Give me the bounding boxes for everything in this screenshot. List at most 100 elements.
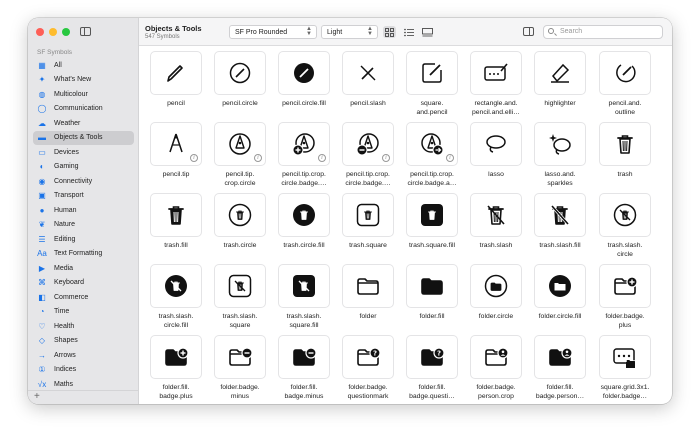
sidebar-item-objects-tools[interactable]: ▬ Objects & Tools: [33, 130, 134, 145]
sidebar-item-all[interactable]: ▦ All: [33, 58, 134, 73]
symbol-tile[interactable]: [534, 264, 586, 308]
symbol-cell[interactable]: folder: [341, 264, 395, 322]
symbol-cell[interactable]: lasso.and. sparkles: [533, 122, 587, 188]
info-icon[interactable]: i: [318, 154, 326, 162]
symbol-cell[interactable]: ? folder.badge. questionmark: [341, 335, 395, 401]
symbol-tile[interactable]: [214, 335, 266, 379]
symbol-tile[interactable]: i: [150, 122, 202, 166]
symbol-tile[interactable]: [406, 264, 458, 308]
symbol-tile[interactable]: i: [278, 122, 330, 166]
sidebar-item-media[interactable]: ▶ Media: [33, 261, 134, 276]
sidebar-item-what-s-new[interactable]: ✦ What's New: [33, 73, 134, 88]
symbol-cell[interactable]: trash.slash. circle.fill: [149, 264, 203, 330]
add-collection-button[interactable]: +: [34, 391, 40, 402]
symbol-tile[interactable]: [599, 122, 651, 166]
font-select[interactable]: SF Pro Rounded ▲ ▼: [229, 25, 317, 39]
symbol-tile[interactable]: [470, 51, 522, 95]
symbol-tile[interactable]: ?: [406, 335, 458, 379]
sidebar-toggle-icon[interactable]: [80, 27, 91, 36]
symbol-tile[interactable]: [406, 51, 458, 95]
sidebar-item-multicolour[interactable]: ◍ Multicolour: [33, 87, 134, 102]
zoom-window-button[interactable]: [62, 28, 70, 36]
search-input[interactable]: Search: [543, 25, 663, 39]
symbol-cell[interactable]: folder.fill. badge.person…: [533, 335, 587, 401]
symbol-tile[interactable]: [406, 193, 458, 237]
symbol-tile[interactable]: [214, 193, 266, 237]
symbol-cell[interactable]: pencil.circle: [213, 51, 267, 109]
symbol-cell[interactable]: trash.fill: [149, 193, 203, 251]
symbol-cell[interactable]: pencil.and. outline: [598, 51, 652, 117]
symbol-tile[interactable]: [150, 335, 202, 379]
sidebar-item-transport[interactable]: ▣ Transport: [33, 189, 134, 204]
symbol-tile[interactable]: [278, 193, 330, 237]
symbol-cell[interactable]: folder.fill. badge.minus: [277, 335, 331, 401]
symbol-tile[interactable]: [342, 193, 394, 237]
symbol-tile[interactable]: [534, 122, 586, 166]
sidebar-item-commerce[interactable]: ◧ Commerce: [33, 290, 134, 305]
symbol-cell[interactable]: square.grid.3x1. folder.badge…: [598, 335, 652, 401]
symbol-tile[interactable]: [214, 51, 266, 95]
symbol-cell[interactable]: folder.circle.fill: [533, 264, 587, 322]
symbol-tile[interactable]: [150, 264, 202, 308]
info-icon[interactable]: i: [254, 154, 262, 162]
symbol-cell[interactable]: trash.slash.fill: [533, 193, 587, 251]
inspector-toggle-icon[interactable]: [523, 27, 534, 36]
symbol-tile[interactable]: [150, 193, 202, 237]
symbol-tile[interactable]: [599, 51, 651, 95]
symbol-tile[interactable]: [599, 335, 651, 379]
symbol-tile[interactable]: [599, 264, 651, 308]
minimize-window-button[interactable]: [49, 28, 57, 36]
symbol-tile[interactable]: [599, 193, 651, 237]
sidebar-item-devices[interactable]: ▭ Devices: [33, 145, 134, 160]
symbol-tile[interactable]: [278, 335, 330, 379]
sidebar-item-weather[interactable]: ☁ Weather: [33, 116, 134, 131]
symbol-cell[interactable]: trash.square: [341, 193, 395, 251]
sidebar-item-editing[interactable]: ☰ Editing: [33, 232, 134, 247]
symbol-cell[interactable]: square. and.pencil: [405, 51, 459, 117]
sidebar-item-indices[interactable]: ① Indices: [33, 363, 134, 378]
symbol-tile[interactable]: [470, 122, 522, 166]
symbol-cell[interactable]: trash: [598, 122, 652, 180]
symbol-cell[interactable]: folder.fill. badge.plus: [149, 335, 203, 401]
list-view-button[interactable]: [402, 26, 415, 38]
symbol-cell[interactable]: pencil.slash: [341, 51, 395, 109]
info-icon[interactable]: i: [190, 154, 198, 162]
symbol-cell[interactable]: folder.fill: [405, 264, 459, 322]
symbol-cell[interactable]: rectangle.and. pencil.and.elli…: [469, 51, 523, 117]
symbol-cell[interactable]: i pencil.tip.crop. circle.badge.a…: [405, 122, 459, 188]
symbol-tile[interactable]: [470, 264, 522, 308]
symbol-cell[interactable]: pencil: [149, 51, 203, 109]
sidebar-item-gaming[interactable]: ◐ Gaming: [33, 160, 134, 175]
symbol-tile[interactable]: [214, 264, 266, 308]
sidebar-item-nature[interactable]: ❦ Nature: [33, 218, 134, 233]
symbol-tile[interactable]: [150, 51, 202, 95]
symbol-tile[interactable]: i: [406, 122, 458, 166]
sidebar-item-shapes[interactable]: ◇ Shapes: [33, 334, 134, 349]
symbol-cell[interactable]: pencil.circle.fill: [277, 51, 331, 109]
symbol-cell[interactable]: i pencil.tip. crop.circle: [213, 122, 267, 188]
symbol-tile[interactable]: [278, 51, 330, 95]
symbol-cell[interactable]: i pencil.tip.crop. circle.badge.…: [341, 122, 395, 188]
symbol-cell[interactable]: folder.badge. person.crop: [469, 335, 523, 401]
sidebar-item-time[interactable]: ◔ Time: [33, 305, 134, 320]
symbol-cell[interactable]: folder.badge. plus: [598, 264, 652, 330]
sidebar-item-human[interactable]: ● Human: [33, 203, 134, 218]
sidebar-item-arrows[interactable]: → Arrows: [33, 348, 134, 363]
symbol-tile[interactable]: [470, 193, 522, 237]
symbol-cell[interactable]: i pencil.tip: [149, 122, 203, 180]
sidebar-item-health[interactable]: ♡ Health: [33, 319, 134, 334]
sidebar-item-keyboard[interactable]: ⌘ Keyboard: [33, 276, 134, 291]
symbol-tile[interactable]: [534, 335, 586, 379]
symbol-cell[interactable]: trash.square.fill: [405, 193, 459, 251]
symbol-tile[interactable]: [342, 264, 394, 308]
symbol-tile[interactable]: [342, 51, 394, 95]
symbol-tile[interactable]: [534, 193, 586, 237]
symbol-cell[interactable]: ? folder.fill. badge.questi…: [405, 335, 459, 401]
close-window-button[interactable]: [36, 28, 44, 36]
symbol-tile[interactable]: ?: [342, 335, 394, 379]
sidebar-item-text-formatting[interactable]: Aa Text Formatting: [33, 247, 134, 262]
symbol-cell[interactable]: trash.circle: [213, 193, 267, 251]
gallery-view-button[interactable]: [421, 26, 434, 38]
symbol-cell[interactable]: highlighter: [533, 51, 587, 109]
info-icon[interactable]: i: [382, 154, 390, 162]
